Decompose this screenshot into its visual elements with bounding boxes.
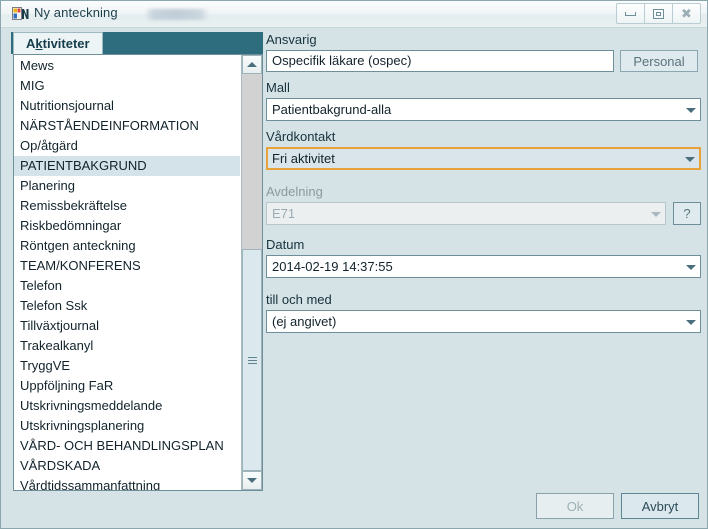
chevron-down-icon — [685, 156, 695, 162]
note-form: Ansvarig Ospecifik läkare (ospec) Person… — [266, 32, 701, 333]
activities-list: Mews MIG Nutritionsjournal NÄRSTÅENDEINFORM… — [14, 55, 240, 490]
avdelning-label: Avdelning — [266, 184, 323, 199]
minimize-icon — [625, 11, 636, 16]
restore-button[interactable] — [644, 3, 673, 24]
list-item[interactable]: Tillväxtjournal — [14, 316, 240, 336]
chevron-down-icon — [686, 107, 696, 113]
cancel-button[interactable]: Avbryt — [621, 493, 699, 519]
ansvarig-label: Ansvarig — [266, 32, 317, 47]
list-item[interactable]: Op/åtgärd — [14, 136, 240, 156]
dialog-window: Ny anteckning ✖ Ak tiviteter Mews MIG Nutri… — [0, 0, 708, 529]
scrollbar-track-upper[interactable] — [242, 74, 262, 249]
window-title: Ny anteckning — [34, 5, 118, 20]
tab-aktiviteter[interactable]: Ak tiviteter — [13, 32, 103, 54]
list-item[interactable]: MIG — [14, 76, 240, 96]
list-item[interactable]: Riskbedömningar — [14, 216, 240, 236]
close-icon: ✖ — [681, 6, 692, 21]
scroll-up-button[interactable] — [242, 55, 262, 74]
avdelning-row: E71 ? — [266, 202, 701, 225]
list-item[interactable]: Röntgen anteckning — [14, 236, 240, 256]
vardkontakt-value: Fri aktivitet — [272, 151, 335, 166]
list-item[interactable]: Telefon — [14, 276, 240, 296]
list-item[interactable]: Mews — [14, 56, 240, 76]
scroll-down-icon — [247, 478, 257, 483]
close-button[interactable]: ✖ — [672, 3, 701, 24]
datum-label: Datum — [266, 237, 305, 252]
chevron-down-icon — [686, 319, 696, 325]
tab-label-accelerator: k — [35, 36, 43, 51]
tab-label-prefix: A — [26, 36, 36, 51]
list-item[interactable]: NÄRSTÅENDEINFORMATION — [14, 116, 240, 136]
till-och-med-datepicker[interactable]: (ej angivet) — [266, 310, 701, 333]
avdelning-value: E71 — [272, 206, 296, 221]
personal-button[interactable]: Personal — [620, 50, 698, 72]
scroll-down-button[interactable] — [242, 471, 262, 490]
list-item[interactable]: VÅRDSKADA — [14, 456, 240, 476]
datum-datepicker[interactable]: 2014-02-19 14:37:55 — [266, 255, 701, 278]
ok-button[interactable]: Ok — [536, 493, 614, 519]
tab-label-suffix: tiviteter — [42, 36, 90, 51]
vardkontakt-label: Vårdkontakt — [266, 129, 336, 144]
redacted-patient-label — [146, 9, 208, 20]
till-och-med-value: (ej angivet) — [272, 314, 337, 329]
avdelning-help-button[interactable]: ? — [673, 202, 701, 225]
list-item[interactable]: Vårdtidssammanfattning — [14, 476, 240, 490]
list-item[interactable]: VÅRD- OCH BEHANDLINGSPLAN — [14, 436, 240, 456]
list-item[interactable]: Telefon Ssk — [14, 296, 240, 316]
list-item[interactable]: PATIENTBAKGRUND — [14, 156, 240, 176]
activities-listbox[interactable]: Mews MIG Nutritionsjournal NÄRSTÅENDEINFORM… — [13, 54, 263, 491]
tab-strip: Ak tiviteter — [11, 32, 263, 54]
minimize-button[interactable] — [616, 3, 645, 24]
ansvarig-row: Ospecifik läkare (ospec) Personal — [266, 50, 701, 72]
activities-panel: Ak tiviteter Mews MIG Nutritionsjournal NÄRS… — [11, 32, 263, 491]
list-item[interactable]: Trakealkanyl — [14, 336, 240, 356]
app-window-icon — [12, 6, 29, 22]
restore-icon — [653, 8, 664, 19]
list-item[interactable]: Remissbekräftelse — [14, 196, 240, 216]
list-item[interactable]: TEAM/KONFERENS — [14, 256, 240, 276]
chevron-down-icon — [651, 211, 661, 217]
ansvarig-input[interactable]: Ospecifik läkare (ospec) — [266, 50, 614, 72]
dialog-footer: Ok Avbryt — [536, 493, 699, 519]
list-item[interactable]: Utskrivningsplanering — [14, 416, 240, 436]
window-controls: ✖ — [616, 3, 701, 24]
datum-value: 2014-02-19 14:37:55 — [272, 259, 393, 274]
mall-value: Patientbakgrund-alla — [272, 102, 392, 117]
till-och-med-label: till och med — [266, 292, 332, 307]
list-item[interactable]: TryggVE — [14, 356, 240, 376]
avdelning-combobox: E71 — [266, 202, 666, 225]
list-item[interactable]: Planering — [14, 176, 240, 196]
scrollbar-thumb[interactable] — [242, 249, 262, 471]
mall-combobox[interactable]: Patientbakgrund-alla — [266, 98, 701, 121]
title-bar: Ny anteckning ✖ — [1, 1, 707, 28]
mall-label: Mall — [266, 80, 290, 95]
vardkontakt-combobox[interactable]: Fri aktivitet — [266, 147, 701, 170]
list-item[interactable]: Uppföljning FaR — [14, 376, 240, 396]
list-item[interactable]: Nutritionsjournal — [14, 96, 240, 116]
scroll-up-icon — [247, 62, 257, 67]
chevron-down-icon — [686, 264, 696, 270]
list-item[interactable]: Utskrivningsmeddelande — [14, 396, 240, 416]
activities-scrollbar[interactable] — [241, 55, 262, 490]
scrollbar-grip-icon — [247, 356, 257, 364]
